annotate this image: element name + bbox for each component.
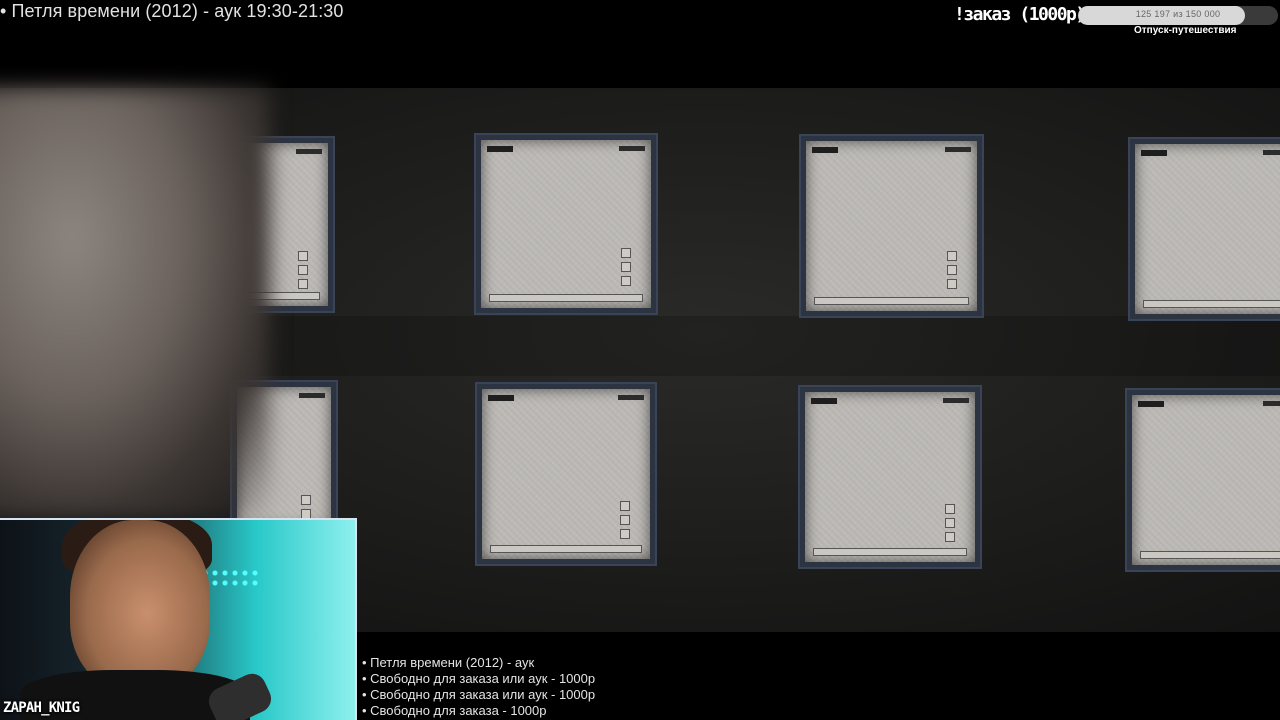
wall-panel: [1130, 139, 1280, 319]
streamer-name: ZAPAH_KNIG: [3, 700, 80, 716]
goal-caption: Отпуск-путешествия: [1134, 25, 1237, 36]
queue-item: • Свободно для заказа или аук - 1000р: [362, 671, 596, 686]
queue-item: • Свободно для заказа - 1000р: [362, 703, 547, 718]
goal-progress-text: 125 197 из 150 000: [1135, 9, 1221, 19]
donation-goal-widget: !заказ (1000р) 125 197 из 150 000 Отпуск…: [950, 4, 1280, 44]
webcam-overlay: ZAPAH_KNIG: [0, 518, 357, 720]
wall-panel: [800, 387, 980, 567]
wall-panel: [1127, 390, 1280, 570]
order-queue-list: • Петля времени (2012) - аук • Свободно …: [362, 655, 595, 719]
now-playing-title: • Петля времени (2012) - аук 19:30-21:30: [0, 1, 344, 21]
wall-panel: [476, 135, 656, 313]
wall-panel: [477, 384, 655, 564]
wall-panel: [801, 136, 982, 316]
goal-progress-bar: 125 197 из 150 000: [1078, 6, 1278, 25]
goal-label: !заказ (1000р): [954, 4, 1086, 25]
queue-item: • Петля времени (2012) - аук: [362, 655, 535, 670]
blurred-foreground-figure: [0, 88, 270, 518]
queue-item: • Свободно для заказа или аук - 1000р: [362, 687, 596, 702]
